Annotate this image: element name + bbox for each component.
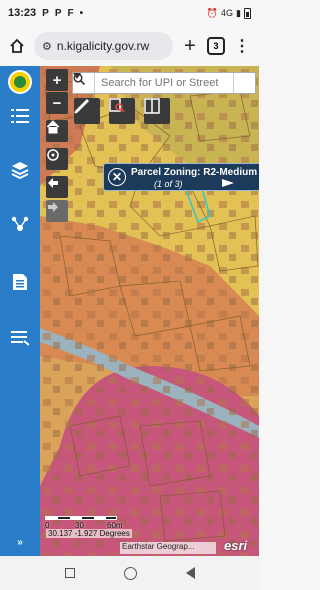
measure-tool-button[interactable] [74,98,100,124]
map-attribution[interactable]: Earthstar Geograp... [120,542,216,554]
address-bar[interactable]: ⚙ n.kigalicity.gov.rw [34,32,173,60]
popup-title: Parcel Zoning: R2-Medium d... [131,167,259,178]
scale-bar: 0 30 60m [45,516,123,530]
status-bar: 13:23 P P F • ⏰ 4G ▮ [0,0,259,26]
more-vert-icon[interactable]: ⋮ [231,35,253,57]
close-icon[interactable]: ✕ [108,168,126,186]
popup-pager: (1 of 3) [154,179,183,189]
notification-icon-p2: P [54,7,62,19]
compare-tool-button[interactable] [144,98,170,124]
list-icon[interactable] [4,100,36,132]
site-settings-icon[interactable]: ⚙ [42,40,52,53]
zoom-out-button[interactable]: − [46,92,68,114]
tab-switcher-button[interactable]: 3 [207,37,225,55]
system-nav-bar [0,556,259,590]
map-view[interactable]: + − ✕ Parcel Zoning: R2-Medium d... (1 o… [40,66,259,556]
network-type: 4G [221,8,234,18]
next-extent-icon[interactable] [46,200,68,222]
coordinates-readout: 30.137 -1.927 Degrees [46,529,132,538]
layers-icon[interactable] [4,154,36,186]
notification-dot-icon: • [79,7,84,19]
notification-icon-f: F [67,7,74,19]
map-imagery [40,66,259,556]
status-right: ⏰ 4G ▮ [206,7,251,19]
share-icon[interactable] [4,208,36,240]
search-input[interactable] [95,77,233,89]
url-text: n.kigalicity.gov.rw [56,39,150,53]
legend-icon[interactable] [4,322,36,354]
home-nav-icon[interactable] [123,566,137,580]
browser-toolbar: ⚙ n.kigalicity.gov.rw + 3 ⋮ [0,26,259,66]
document-icon[interactable] [4,266,36,298]
back-nav-icon[interactable] [185,567,195,579]
signal-icon: ▮ [236,7,241,18]
app-sidebar: » [0,66,40,556]
expand-sidebar-icon[interactable]: » [4,532,36,552]
locate-icon[interactable] [46,148,68,170]
previous-extent-icon[interactable] [46,176,68,198]
home-icon[interactable] [6,35,28,57]
zoom-in-button[interactable]: + [46,69,68,91]
parcel-search-tool-button[interactable] [109,98,135,124]
next-feature-icon[interactable] [222,179,234,187]
search-bar [72,72,256,94]
city-logo [8,70,32,94]
recent-apps-icon[interactable] [64,568,75,578]
status-time: 13:23 [8,7,37,19]
home-extent-icon[interactable] [46,120,68,142]
parcel-info-popup[interactable]: ✕ Parcel Zoning: R2-Medium d... (1 of 3) [103,163,259,191]
alarm-icon: ⏰ [206,7,219,18]
notification-icon-p1: P [42,7,49,19]
search-icon[interactable] [73,73,255,93]
esri-logo: esri [224,538,248,553]
battery-icon [244,7,251,19]
new-tab-plus-icon[interactable]: + [179,35,201,57]
